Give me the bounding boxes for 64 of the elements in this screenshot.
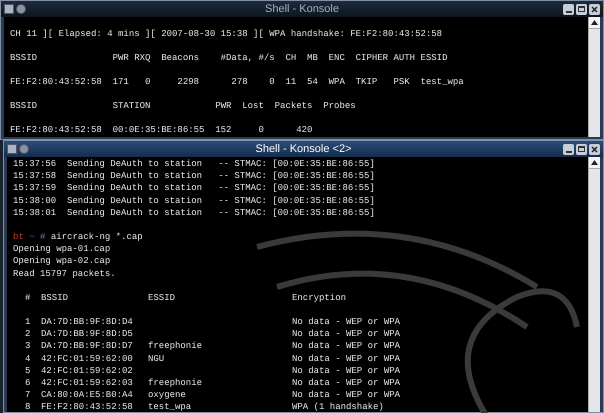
window-title: Shell - Konsole xyxy=(265,4,339,14)
column-header: ESSID xyxy=(148,292,176,304)
terminal-line: BSSID PWR RXQ Beacons #Data, #/s CH MB ENC CIPHER AUTH ESSID xyxy=(10,52,448,65)
window-menu-icon[interactable] xyxy=(7,144,17,154)
terminal-line: BSSID STATION PWR Lost Packets Probes xyxy=(10,100,357,113)
minimize-icon[interactable] xyxy=(563,4,574,14)
terminal-line: FE:F2:80:43:52:58 171 0 2298 278 0 11 54 WPA TKIP PSK test_wpa xyxy=(10,76,465,89)
table-cell-text: 3 xyxy=(25,340,32,353)
minimize-icon[interactable] xyxy=(563,144,574,154)
terminal-line: Opening wpa-01.cap xyxy=(13,243,112,256)
table-cell-text: No data - WEP or WPA xyxy=(292,364,402,378)
scrollbar[interactable] xyxy=(588,17,600,137)
table-cell: oxygene xyxy=(148,390,186,400)
table-cell-text: DA:7D:BB:9F:8D:D4 xyxy=(41,316,134,328)
terminal-line: 15:37:59 Sending DeAuth to station -- STMAC: [00:0E:35:BE:86:55] xyxy=(13,182,376,195)
command-text: aircrack-ng *.cap xyxy=(50,231,143,244)
table-cell-text: 8 xyxy=(25,401,32,413)
terminal-line: 15:38:00 Sending DeAuth to station -- STMAC: [00:0E:35:BE:86:55] xyxy=(13,194,376,207)
terminal-line: 15:37:56 Sending DeAuth to station -- STMAC: [00:0E:35:BE:86:55] xyxy=(13,158,376,170)
table-cell-text: 42:FC:01:59:62:03 xyxy=(41,377,134,390)
table-cell: NGU xyxy=(148,354,164,364)
table-cell-text: 6 xyxy=(25,377,32,390)
maximize-icon[interactable] xyxy=(576,144,587,154)
table-cell-text: DA:7D:BB:9F:8D:D7 xyxy=(41,340,134,353)
scrollbar[interactable] xyxy=(588,157,600,412)
close-icon[interactable] xyxy=(589,4,600,14)
terminal-line: Read 15797 packets. xyxy=(13,268,117,280)
window-menu-icon[interactable] xyxy=(4,4,14,14)
close-icon[interactable] xyxy=(589,144,600,154)
table-cell-text: No data - WEP or WPA xyxy=(292,352,402,365)
table-cell-text: 4 xyxy=(25,352,32,365)
table-cell-text: No data - WEP or WPA xyxy=(292,340,402,353)
column-header: # xyxy=(25,292,32,304)
terminal-line: Opening wpa-02.cap xyxy=(13,255,112,268)
table-cell-text: DA:7D:BB:9F:8D:D5 xyxy=(41,328,134,340)
terminal-line: 15:38:01 Sending DeAuth to station -- STMAC: [00:0E:35:BE:86:55] xyxy=(13,206,376,220)
table-cell-text: WPA (1 handshake) xyxy=(292,401,385,413)
terminal-line: 15:37:58 Sending DeAuth to station -- STMAC: [00:0E:35:BE:86:55] xyxy=(13,170,376,182)
table-cell-text: No data - WEP or WPA xyxy=(292,377,402,390)
table-cell-text: No data - WEP or WPA xyxy=(292,328,402,340)
table-cell-text: 1 xyxy=(25,316,32,328)
table-cell-text: CA:80:0A:E5:B0:A4 xyxy=(41,389,134,402)
table-cell-text: No data - WEP or WPA xyxy=(292,316,402,328)
scroll-up-icon[interactable] xyxy=(589,157,600,169)
prompt-symbol: # xyxy=(40,231,46,244)
table-cell-text: 2 xyxy=(25,328,32,340)
column-header: BSSID xyxy=(41,292,70,304)
table-cell-text: 5 xyxy=(25,364,32,378)
table-cell-text: No data - WEP or WPA xyxy=(292,389,402,402)
scroll-up-icon[interactable] xyxy=(589,17,600,29)
table-cell: test_wpa xyxy=(148,402,192,412)
terminal-line: FE:F2:80:43:52:58 00:0E:35:BE:86:55 152 0 420 xyxy=(10,124,314,137)
table-cell: freephonie xyxy=(148,378,202,388)
window-title: Shell - Konsole <2> xyxy=(255,144,352,154)
column-header: Encryption xyxy=(292,292,348,304)
terminal-line: CH 11 ][ Elapsed: 4 mins ][ 2007-08-30 15:38 ][ WPA handshake: FE:F2:80:43:52:58 xyxy=(10,28,444,41)
maximize-icon[interactable] xyxy=(576,4,587,14)
prompt-directory: ~ xyxy=(29,231,35,244)
table-cell-text: FE:F2:80:43:52:58 xyxy=(41,401,134,413)
prompt-user: bt xyxy=(13,231,24,244)
table-cell-text: 42:FC:01:59:62:02 xyxy=(41,364,134,378)
table-cell-text: 42:FC:01:59:62:00 xyxy=(41,352,134,365)
table-cell: freephonie xyxy=(148,341,202,352)
table-cell-text: 7 xyxy=(25,389,32,402)
